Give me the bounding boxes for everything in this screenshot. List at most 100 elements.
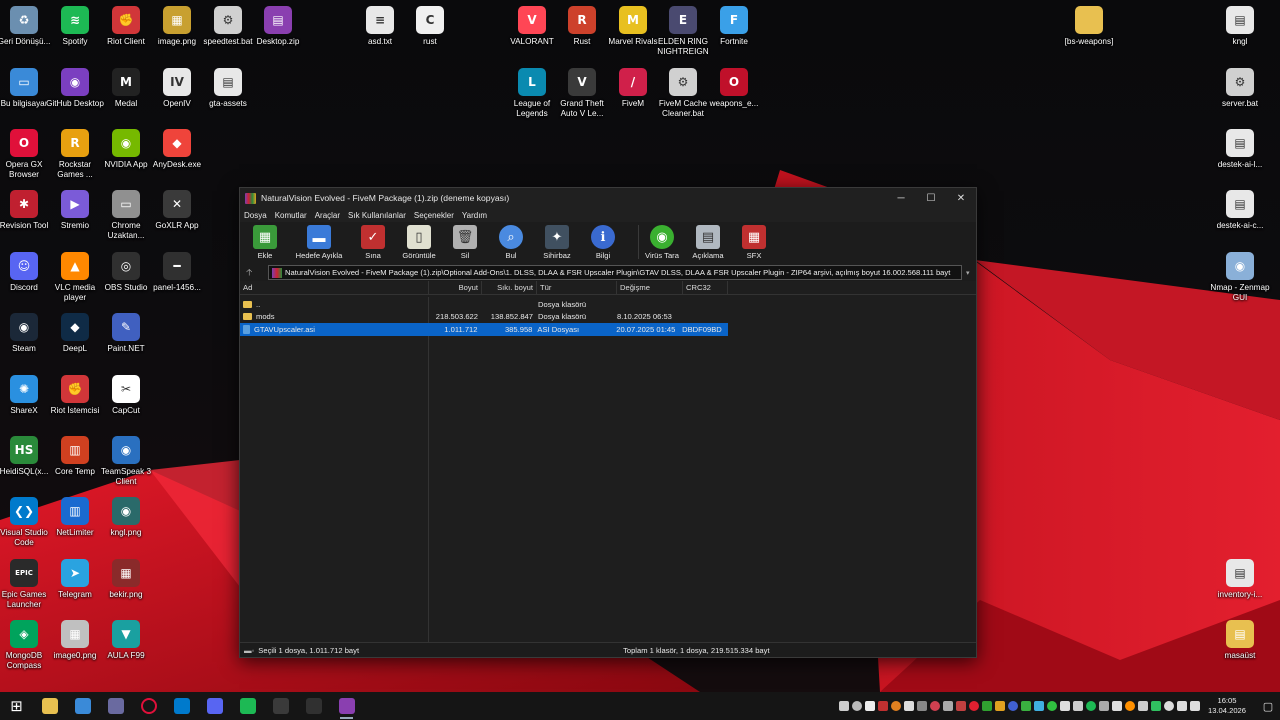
menu-commands[interactable]: Komutlar	[275, 211, 307, 220]
winrar-window: NaturalVision Evolved - FiveM Package (1…	[239, 187, 977, 658]
tray-app-icon[interactable]	[930, 701, 941, 711]
desktop-icon[interactable]: ▼ AULA F99	[96, 620, 156, 661]
tray-app-icon[interactable]	[891, 701, 902, 711]
tray-app-icon[interactable]	[1164, 701, 1175, 711]
taskbar-goxlr-button[interactable]	[264, 692, 297, 720]
file-row[interactable]: .. Dosya klasörü	[240, 298, 976, 311]
column-crc[interactable]: CRC32	[683, 280, 728, 295]
tray-app-icon[interactable]	[1151, 701, 1162, 711]
menu-tools[interactable]: Araçlar	[315, 211, 340, 220]
file-row[interactable]: mods 218.503.622 138.852.847 Dosya klasörü 8…	[240, 311, 976, 324]
tray-app-icon[interactable]	[1034, 701, 1045, 711]
maximize-button[interactable]: ☐	[916, 188, 946, 208]
desktop-icon[interactable]: ◉ TeamSpeak 3 Client	[96, 436, 156, 487]
taskbar-vscode-button[interactable]	[165, 692, 198, 720]
toolbar-sfx-button[interactable]: ▦ SFX	[737, 225, 771, 260]
menu-file[interactable]: Dosya	[244, 211, 267, 220]
tray-app-icon[interactable]	[865, 701, 876, 711]
tray-app-icon[interactable]	[1047, 701, 1058, 711]
clock[interactable]: 16:05 13.04.2026	[1208, 696, 1246, 716]
menu-favorites[interactable]: Sık Kullanılanlar	[348, 211, 406, 220]
desktop-icon[interactable]: ◆ AnyDesk.exe	[147, 129, 207, 170]
tray-app-icon[interactable]	[1112, 701, 1123, 711]
desktop-icon[interactable]: [bs-weapons]	[1059, 6, 1119, 47]
tray-app-icon[interactable]	[956, 701, 967, 711]
tray-app-icon[interactable]	[1125, 701, 1136, 711]
tray-app-icon[interactable]	[1060, 701, 1071, 711]
desktop-icon-label: DeepL	[62, 344, 88, 353]
toolbar-find-button[interactable]: ⌕ Bul	[494, 225, 528, 260]
taskbar-file-explorer-button[interactable]	[33, 692, 66, 720]
tray-app-icon[interactable]	[1177, 701, 1188, 711]
taskbar-start-button[interactable]: ⊞	[0, 692, 33, 720]
desktop-icon[interactable]: ━ panel-1456...	[147, 252, 207, 293]
tray-app-icon[interactable]	[1086, 701, 1097, 711]
toolbar-test-button[interactable]: ✓ Sına	[356, 225, 390, 260]
chevron-down-icon[interactable]: ▾	[966, 269, 976, 277]
minimize-button[interactable]: ─	[886, 188, 916, 208]
toolbar-view-button[interactable]: ▯ Görüntüle	[402, 225, 436, 260]
taskbar-revision-tool-button[interactable]	[99, 692, 132, 720]
up-arrow-icon[interactable]: 🡡	[246, 265, 268, 281]
tray-app-icon[interactable]	[969, 701, 980, 711]
desktop-icon[interactable]: ▦ bekir.png	[96, 559, 156, 600]
toolbar-delete-button[interactable]: 🗑 Sil	[448, 225, 482, 260]
tray-app-icon[interactable]	[1138, 701, 1149, 711]
path-text: NaturalVision Evolved - FiveM Package (1…	[285, 268, 951, 277]
desktop-icon[interactable]: ✕ GoXLR App	[147, 190, 207, 231]
column-packed[interactable]: Sıkı. boyut	[482, 280, 537, 295]
close-button[interactable]: ✕	[946, 188, 976, 208]
tray-app-icon[interactable]	[1073, 701, 1084, 711]
taskbar-this-pc-button[interactable]	[66, 692, 99, 720]
desktop-icon[interactable]: Oweapons_e...	[704, 68, 764, 109]
toolbar-add-button[interactable]: ▦ Ekle	[248, 225, 282, 260]
notification-icon[interactable]: ▢	[1256, 700, 1280, 713]
desktop-icon[interactable]: F Fortnite	[704, 6, 764, 47]
taskbar-discord-button[interactable]	[198, 692, 231, 720]
tray-app-icon[interactable]	[1190, 701, 1201, 711]
path-field[interactable]: NaturalVision Evolved - FiveM Package (1…	[268, 265, 962, 280]
column-type[interactable]: Tür	[537, 280, 617, 295]
toolbar-virus-scan-button[interactable]: ◉ Virüs Tara	[645, 225, 679, 260]
tray-app-icon[interactable]	[943, 701, 954, 711]
taskbar-spotify-button[interactable]	[231, 692, 264, 720]
desktop-icon[interactable]: ▤ destek-ai-l...	[1210, 129, 1270, 170]
desktop-icon[interactable]: ▤ Desktop.zip	[248, 6, 308, 47]
toolbar-extract-button[interactable]: ▬ Hedefe Ayıkla	[294, 225, 344, 260]
desktop-icon[interactable]: ▤ kngl	[1210, 6, 1270, 47]
tray-app-icon[interactable]	[982, 701, 993, 711]
tray-app-icon[interactable]	[839, 701, 850, 711]
tray-app-icon[interactable]	[1008, 701, 1019, 711]
taskbar-obs-button[interactable]	[297, 692, 330, 720]
toolbar-comment-button[interactable]: ▤ Açıklama	[691, 225, 725, 260]
tray-app-icon[interactable]	[1021, 701, 1032, 711]
desktop-icon[interactable]: ▤ gta-assets	[198, 68, 258, 109]
desktop-icon[interactable]: ◉ kngl.png	[96, 497, 156, 538]
desktop-icon[interactable]: ✎ Paint.NET	[96, 313, 156, 354]
tray-app-icon[interactable]	[878, 701, 889, 711]
tray-app-icon[interactable]	[852, 701, 863, 711]
taskbar-winrar-button[interactable]	[330, 692, 363, 720]
desktop-icon[interactable]: ▤ masaüst	[1210, 620, 1270, 661]
title-bar[interactable]: NaturalVision Evolved - FiveM Package (1…	[240, 188, 976, 208]
tray-app-icon[interactable]	[1099, 701, 1110, 711]
desktop-icon[interactable]: ✂ CapCut	[96, 375, 156, 416]
column-size[interactable]: Boyut	[429, 280, 482, 295]
desktop-icon[interactable]: ◉ Nmap - Zenmap GUI	[1210, 252, 1270, 303]
toolbar-wizard-button[interactable]: ✦ Sihirbaz	[540, 225, 574, 260]
tray-app-icon[interactable]	[917, 701, 928, 711]
desktop-icon[interactable]: ▤ destek-ai-c...	[1210, 190, 1270, 231]
desktop-icon-label: Spotify	[62, 37, 88, 46]
menu-help[interactable]: Yardım	[462, 211, 487, 220]
desktop-icon[interactable]: ⚙ server.bat	[1210, 68, 1270, 109]
column-modified[interactable]: Değişme	[617, 280, 683, 295]
desktop-icon[interactable]: ▤ inventory-i...	[1210, 559, 1270, 600]
taskbar-opera-gx-button[interactable]	[132, 692, 165, 720]
tray-app-icon[interactable]	[904, 701, 915, 711]
menu-options[interactable]: Seçenekler	[414, 211, 454, 220]
tray-app-icon[interactable]	[995, 701, 1006, 711]
column-name[interactable]: Ad	[240, 280, 429, 295]
toolbar-info-button[interactable]: ℹ Bilgi	[586, 225, 620, 260]
desktop-icon[interactable]: Crust	[400, 6, 460, 47]
file-row[interactable]: GTAVUpscaler.asi 1.011.712 385.958 ASI Dosy…	[240, 323, 728, 336]
